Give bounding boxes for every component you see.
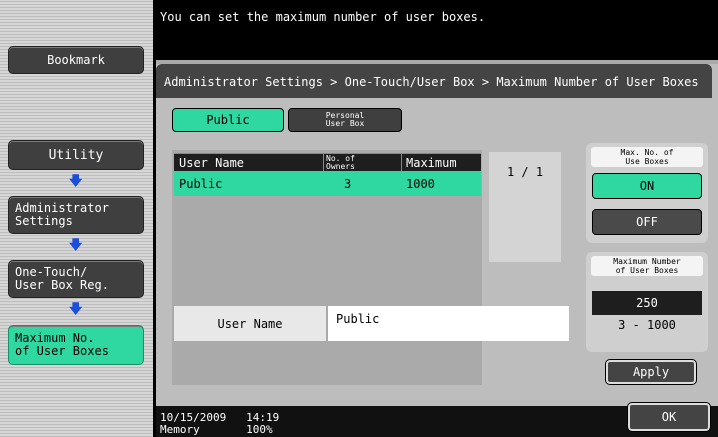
user-name-value: Public — [328, 306, 569, 341]
cell-user-name: Public — [179, 176, 223, 191]
sidebar-item-label: One-Touch/ User Box Reg. — [15, 265, 109, 292]
table-row[interactable]: Public 3 1000 — [174, 171, 481, 196]
instruction-message: You can set the maximum number of user b… — [160, 10, 486, 24]
sidebar-item-maximum-user-boxes[interactable]: Maximum No. of User Boxes — [8, 325, 144, 365]
off-label: OFF — [636, 215, 658, 229]
sidebar-item-label: Maximum No. of User Boxes — [15, 331, 109, 358]
arrow-down-icon: 🡇 — [69, 238, 83, 253]
cell-owners: 3 — [344, 176, 352, 191]
arrow-down-icon: 🡇 — [69, 174, 83, 189]
bookmark-button[interactable]: Bookmark — [8, 46, 144, 74]
sidebar-item-one-touch-user-box[interactable]: One-Touch/ User Box Reg. — [8, 260, 144, 298]
sidebar-item-label: Administrator Settings — [15, 201, 109, 228]
column-divider — [401, 153, 402, 171]
on-button[interactable]: ON — [592, 173, 702, 199]
column-header-owners: No. of Owners — [326, 153, 355, 171]
max-number-title: Maximum Number of User Boxes — [591, 256, 703, 276]
apply-button[interactable]: Apply — [605, 359, 697, 385]
ok-button[interactable]: OK — [627, 402, 711, 432]
status-info: 10/15/2009 14:19 Memory 100% — [160, 412, 279, 436]
cell-maximum: 1000 — [406, 176, 435, 191]
apply-label: Apply — [632, 365, 670, 379]
column-header-user-name: User Name — [179, 155, 245, 170]
table-header: User Name No. of Owners Maximum — [174, 153, 481, 171]
max-number-value[interactable]: 250 — [592, 291, 702, 315]
ok-label: OK — [661, 410, 677, 424]
user-name-label: User Name — [174, 306, 326, 341]
tab-personal-label: Personal User Box — [325, 111, 365, 128]
breadcrumb: Administrator Settings > One-Touch/User … — [156, 64, 712, 98]
tab-public[interactable]: Public — [172, 108, 284, 132]
memory-status: Memory 100% — [160, 423, 273, 436]
column-header-maximum: Maximum — [406, 155, 457, 170]
on-label: ON — [639, 179, 655, 193]
tab-public-label: Public — [206, 113, 250, 127]
bookmark-label: Bookmark — [47, 52, 105, 67]
max-number-range: 3 - 1000 — [618, 318, 676, 332]
column-divider — [323, 153, 324, 171]
sidebar-item-administrator-settings[interactable]: Administrator Settings — [8, 196, 144, 234]
page-indicator: 1 / 1 — [506, 165, 544, 179]
sidebar-item-label: Utility — [48, 147, 104, 163]
max-boxes-title: Max. No. of Use Boxes — [591, 147, 703, 167]
tab-personal-user-box[interactable]: Personal User Box — [288, 108, 402, 132]
off-button[interactable]: OFF — [592, 209, 702, 235]
sidebar-item-utility[interactable]: Utility — [8, 140, 144, 170]
arrow-down-icon: 🡇 — [69, 302, 83, 317]
